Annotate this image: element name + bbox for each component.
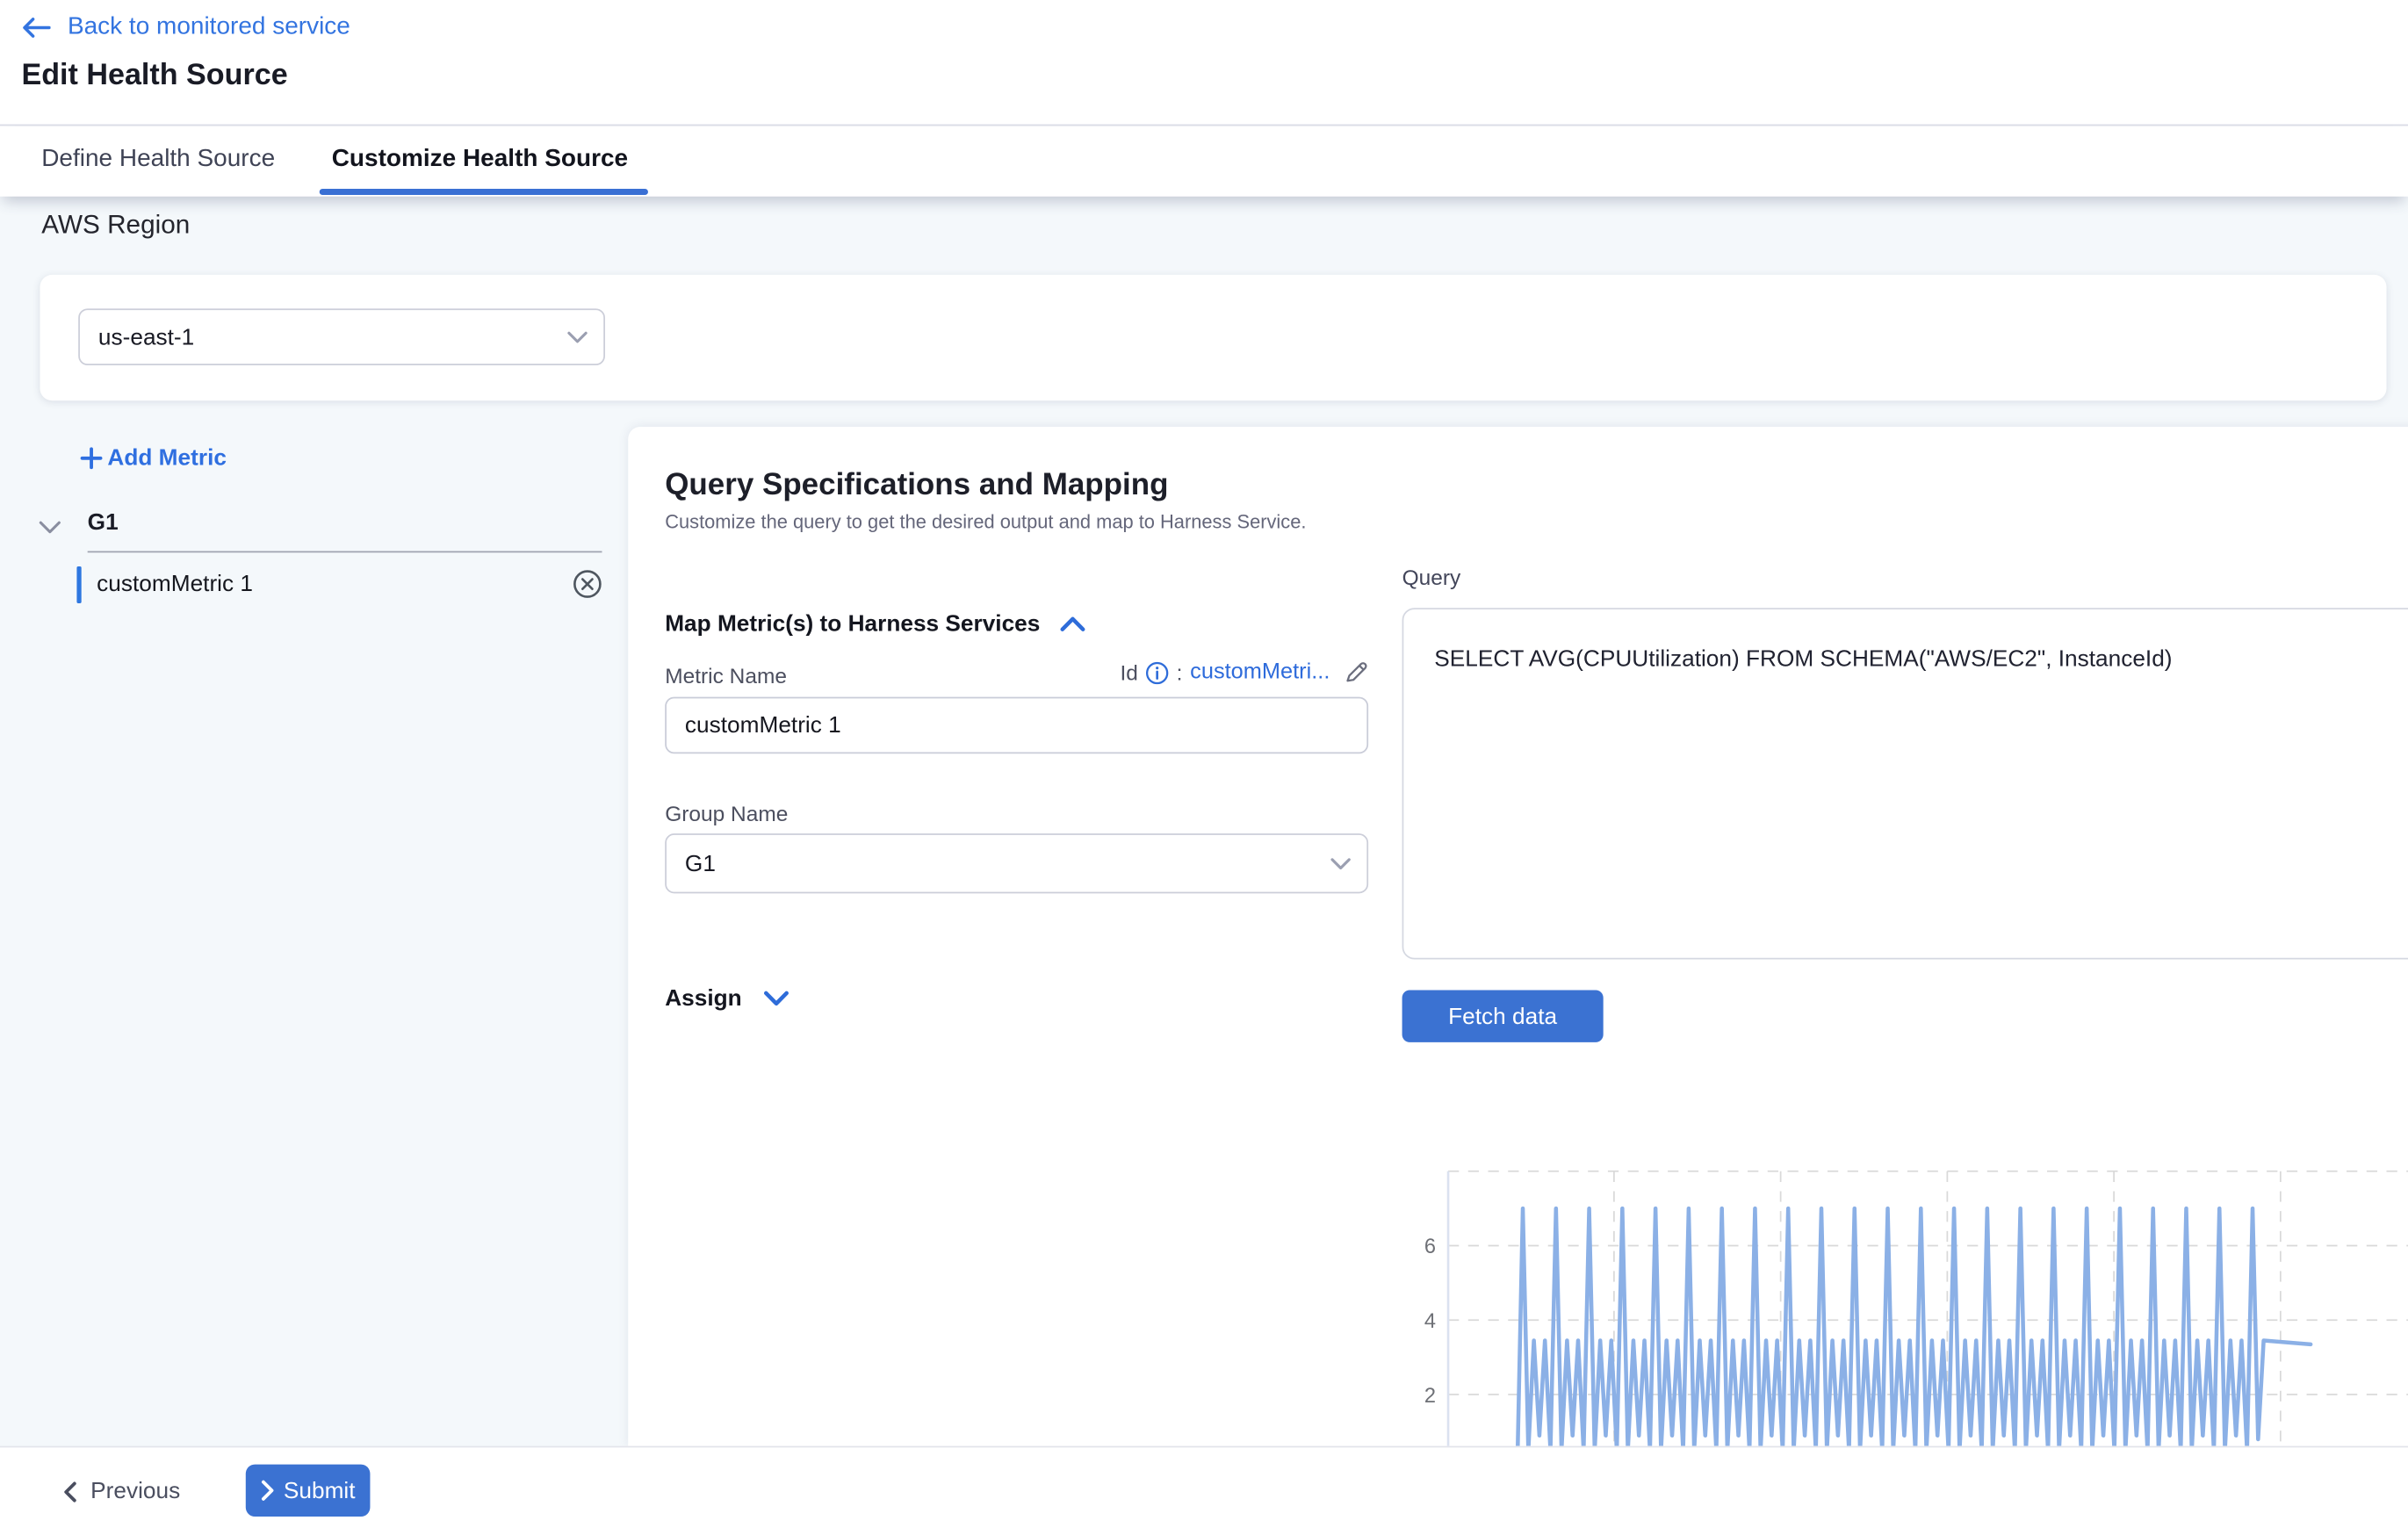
aws-region-card: us-east-1 bbox=[40, 275, 2386, 400]
group-name-label: Group Name bbox=[665, 801, 788, 825]
id-colon: : bbox=[1177, 660, 1183, 685]
svg-text:4: 4 bbox=[1424, 1310, 1436, 1333]
chart-canvas: 2 4 6 bbox=[1382, 1154, 2408, 1445]
query-editor[interactable]: SELECT AVG(CPUUtilization) FROM SCHEMA("… bbox=[1402, 608, 2408, 959]
page-header: Back to monitored service Edit Health So… bbox=[0, 0, 2408, 126]
group-collapse-chevron-icon[interactable] bbox=[39, 521, 61, 536]
metric-name-label: Metric Name bbox=[665, 663, 787, 688]
chevron-up-icon bbox=[1060, 616, 1086, 632]
page-title: Edit Health Source bbox=[21, 58, 287, 93]
metric-id-row: Id : customMetri... bbox=[1120, 660, 1368, 685]
query-specifications-panel: Query Specifications and Mapping Customi… bbox=[628, 427, 2408, 1446]
metric-group-label: G1 bbox=[88, 509, 119, 536]
back-arrow-icon bbox=[21, 17, 50, 38]
id-label: Id bbox=[1120, 660, 1137, 685]
add-metric-button[interactable]: Add Metric bbox=[80, 445, 227, 472]
query-label: Query bbox=[1402, 565, 1461, 589]
group-divider bbox=[88, 551, 602, 553]
metric-item-label: customMetric 1 bbox=[97, 571, 253, 597]
chevron-down-icon bbox=[763, 990, 789, 1006]
previous-button-label: Previous bbox=[90, 1478, 180, 1504]
map-metrics-section-toggle[interactable]: Map Metric(s) to Harness Services bbox=[665, 611, 1086, 638]
group-name-select[interactable]: G1 bbox=[665, 833, 1368, 893]
svg-text:2: 2 bbox=[1424, 1385, 1436, 1408]
remove-metric-icon[interactable] bbox=[573, 570, 602, 599]
previous-button[interactable]: Previous bbox=[63, 1466, 181, 1517]
info-icon[interactable] bbox=[1146, 661, 1169, 684]
metric-list-item[interactable]: customMetric 1 bbox=[68, 564, 602, 607]
edit-health-source-screen: Back to monitored service Edit Health So… bbox=[0, 0, 2408, 1535]
content-area: AWS Region us-east-1 Add Metric G1 custo… bbox=[0, 197, 2408, 1446]
assign-section-label: Assign bbox=[665, 985, 741, 1012]
group-name-value: G1 bbox=[685, 850, 716, 876]
footer-bar: Previous Submit bbox=[0, 1446, 2408, 1535]
query-text: SELECT AVG(CPUUtilization) FROM SCHEMA("… bbox=[1434, 646, 2172, 673]
tab-bar: Define Health Source Customize Health So… bbox=[0, 127, 2408, 197]
aws-region-value: us-east-1 bbox=[98, 324, 194, 350]
chevron-down-icon bbox=[1330, 856, 1351, 870]
aws-region-select[interactable]: us-east-1 bbox=[78, 308, 605, 365]
chevron-down-icon bbox=[566, 330, 588, 344]
active-tab-indicator bbox=[320, 189, 648, 195]
map-metrics-section-label: Map Metric(s) to Harness Services bbox=[665, 611, 1040, 638]
metric-name-input[interactable] bbox=[665, 697, 1368, 754]
plus-icon bbox=[80, 447, 103, 470]
back-link-label: Back to monitored service bbox=[68, 14, 350, 41]
metric-id-value-link[interactable]: customMetri... bbox=[1190, 660, 1330, 685]
panel-title: Query Specifications and Mapping bbox=[665, 468, 1168, 503]
svg-text:6: 6 bbox=[1424, 1236, 1436, 1258]
tab-define-health-source[interactable]: Define Health Source bbox=[41, 146, 275, 173]
metric-preview-chart: 2 4 6 bbox=[1382, 1154, 2408, 1445]
fetch-data-button[interactable]: Fetch data bbox=[1402, 990, 1604, 1041]
assign-section-toggle[interactable]: Assign bbox=[665, 985, 789, 1012]
submit-button-label: Submit bbox=[284, 1477, 356, 1503]
aws-region-label: AWS Region bbox=[41, 210, 190, 241]
metric-name-field-head: Metric Name Id : customMetri... bbox=[665, 660, 1368, 691]
selected-indicator-bar bbox=[76, 566, 81, 603]
back-link[interactable]: Back to monitored service bbox=[21, 14, 350, 41]
tab-customize-health-source[interactable]: Customize Health Source bbox=[332, 146, 628, 173]
chevron-right-icon bbox=[261, 1480, 275, 1501]
panel-subtitle: Customize the query to get the desired o… bbox=[665, 511, 1306, 532]
submit-button[interactable]: Submit bbox=[246, 1465, 371, 1517]
chevron-left-icon bbox=[63, 1481, 77, 1502]
edit-pencil-icon[interactable] bbox=[1344, 660, 1368, 685]
add-metric-label: Add Metric bbox=[107, 445, 227, 472]
